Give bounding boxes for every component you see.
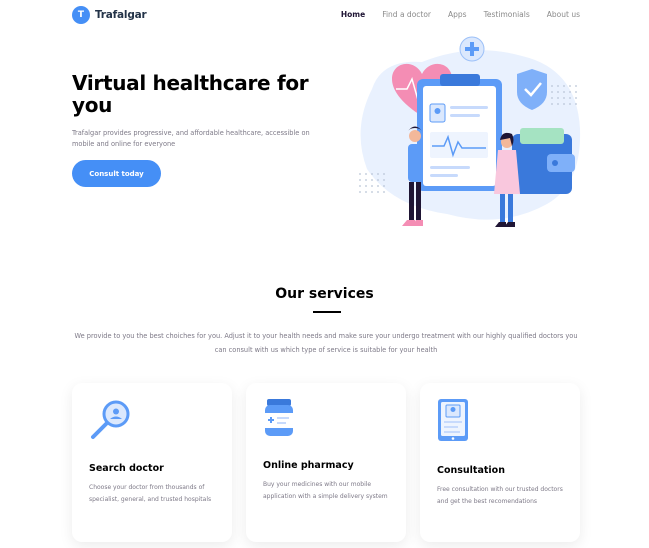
brand-logo[interactable]: T Trafalgar [72, 6, 147, 24]
medicine-bottle-icon [265, 399, 293, 436]
services-title: Our services [275, 286, 374, 302]
hero-illustration [359, 36, 581, 227]
nav-testimonials[interactable]: Testimonials [484, 10, 530, 19]
card-title: Consultation [437, 465, 505, 476]
magnifier-icon [91, 400, 130, 439]
logo-mark: T [72, 6, 90, 24]
section-divider [313, 311, 341, 313]
card-description: Choose your doctor from thousands of spe… [89, 484, 212, 503]
brand-name: Trafalgar [95, 9, 147, 21]
nav-apps[interactable]: Apps [448, 10, 467, 19]
services-subtitle: We provide to you the best choiches for … [74, 332, 578, 354]
service-card-online-pharmacy[interactable]: Online pharmacy Buy your medicines with … [246, 383, 406, 542]
card-description: Free consultation with our trusted docto… [437, 486, 563, 505]
nav-home[interactable]: Home [341, 10, 365, 19]
tablet-profile-icon [438, 399, 468, 441]
hero-subtitle: Trafalgar provides progressive, and affo… [72, 129, 310, 148]
main-nav: Home Find a doctor Apps Testimonials Abo… [341, 10, 580, 19]
service-card-consultation[interactable]: Consultation Free consultation with our … [420, 383, 580, 542]
card-description: Buy your medicines with our mobile appli… [263, 481, 388, 500]
consult-today-button[interactable]: Consult today [72, 160, 161, 187]
nav-find-doctor[interactable]: Find a doctor [382, 10, 431, 19]
hero-title: Virtual healthcare for you [72, 71, 309, 117]
card-title: Search doctor [89, 463, 164, 474]
service-card-search-doctor[interactable]: Search doctor Choose your doctor from th… [72, 383, 232, 542]
card-title: Online pharmacy [263, 460, 354, 471]
nav-about-us[interactable]: About us [547, 10, 580, 19]
